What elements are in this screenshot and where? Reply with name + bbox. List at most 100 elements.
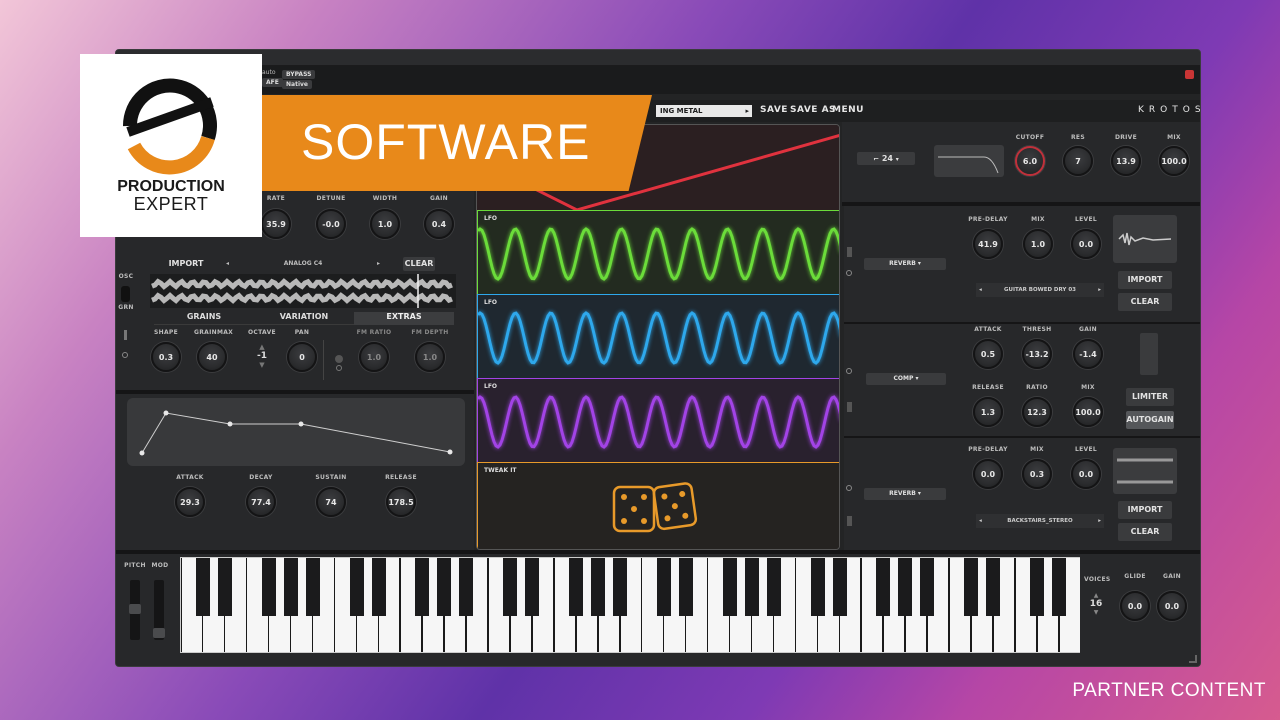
black-key[interactable]	[1030, 558, 1045, 616]
voices-down-icon[interactable]: ▼	[1088, 609, 1104, 616]
fx2-power-icon[interactable]	[846, 368, 852, 374]
rv2-prev-icon[interactable]: ◂	[979, 514, 982, 528]
detune-knob[interactable]: -0.0	[316, 209, 346, 239]
rv1-predelay-knob[interactable]: 41.9	[973, 229, 1003, 259]
pitch-wheel[interactable]	[129, 580, 141, 640]
pan-knob[interactable]: 0	[287, 342, 317, 372]
env-attack-knob[interactable]: 29.3	[175, 487, 205, 517]
mod-wheel-handle[interactable]	[153, 628, 165, 638]
black-key[interactable]	[744, 558, 759, 616]
black-key[interactable]	[766, 558, 781, 616]
black-key[interactable]	[371, 558, 386, 616]
rv1-prev-icon[interactable]: ◂	[979, 283, 982, 297]
comp-thresh-knob[interactable]: -13.2	[1022, 339, 1052, 369]
rv1-import-button[interactable]: IMPORT	[1118, 271, 1172, 289]
rv2-clear-button[interactable]: CLEAR	[1118, 523, 1172, 541]
black-key[interactable]	[459, 558, 474, 616]
black-key[interactable]	[305, 558, 320, 616]
comp-ratio-knob[interactable]: 12.3	[1022, 397, 1052, 427]
black-key[interactable]	[920, 558, 935, 616]
glide-knob[interactable]: 0.0	[1120, 591, 1150, 621]
bypass-button[interactable]: BYPASS	[282, 70, 316, 79]
fx2-drag-icon[interactable]	[847, 402, 852, 412]
env-point-sustain[interactable]	[298, 421, 304, 427]
voices-stepper[interactable]: ▲ 16 ▼	[1088, 592, 1104, 624]
envelope-graph[interactable]	[127, 398, 465, 466]
native-button[interactable]: Native	[282, 80, 312, 89]
black-key[interactable]	[898, 558, 913, 616]
dice-icon[interactable]	[608, 477, 708, 541]
black-key[interactable]	[722, 558, 737, 616]
comp-release-knob[interactable]: 1.3	[973, 397, 1003, 427]
black-key[interactable]	[876, 558, 891, 616]
lfo-purple[interactable]: LFO	[477, 378, 839, 463]
black-key[interactable]	[810, 558, 825, 616]
preset-selector[interactable]: ING METAL ▸	[656, 105, 752, 117]
rv1-ir-selector[interactable]: ◂ GUITAR BOWED DRY 03 ▸	[976, 283, 1104, 297]
tweak-it-panel[interactable]: TWEAK IT	[477, 462, 839, 549]
fx3-power-icon[interactable]	[846, 485, 852, 491]
rv2-mix-knob[interactable]: 0.3	[1022, 459, 1052, 489]
tab-variation[interactable]: VARIATION	[254, 312, 354, 325]
fx3-drag-icon[interactable]	[847, 516, 852, 526]
host-close-icon[interactable]	[1185, 70, 1194, 79]
rv1-next-icon[interactable]: ▸	[1098, 283, 1101, 297]
black-key[interactable]	[261, 558, 276, 616]
env-decay-knob[interactable]: 77.4	[246, 487, 276, 517]
env-sustain-knob[interactable]: 74	[316, 487, 346, 517]
piano-keyboard[interactable]	[180, 557, 1080, 653]
octave-down-icon[interactable]: ▼	[254, 361, 270, 369]
black-key[interactable]	[986, 558, 1001, 616]
tab-grains[interactable]: GRAINS	[154, 312, 254, 325]
env-point-decay[interactable]	[227, 421, 233, 427]
black-key[interactable]	[503, 558, 518, 616]
autogain-button[interactable]: AUTOGAIN	[1126, 411, 1174, 429]
env-point-start[interactable]	[139, 450, 145, 456]
rv2-predelay-knob[interactable]: 0.0	[973, 459, 1003, 489]
fx1-type-dropdown[interactable]: REVERB ▾	[864, 258, 946, 270]
black-key[interactable]	[437, 558, 452, 616]
filter-response-graph[interactable]	[934, 145, 1004, 177]
rv1-mix-knob[interactable]: 1.0	[1023, 229, 1053, 259]
width-knob[interactable]: 1.0	[370, 209, 400, 239]
black-key[interactable]	[569, 558, 584, 616]
res-knob[interactable]: 7	[1063, 146, 1093, 176]
lfo-blue[interactable]: LFO	[477, 294, 839, 379]
rate-knob[interactable]: 35.9	[261, 209, 291, 239]
granular-gain-knob[interactable]: 0.4	[424, 209, 454, 239]
fm-toggle-icon[interactable]	[335, 355, 343, 363]
tab-extras[interactable]: EXTRAS	[354, 312, 454, 325]
black-key[interactable]	[525, 558, 540, 616]
rv1-clear-button[interactable]: CLEAR	[1118, 293, 1172, 311]
cutoff-knob[interactable]: 6.0	[1015, 146, 1045, 176]
sample-next-icon[interactable]: ▸	[377, 258, 380, 270]
granular-import-button[interactable]: IMPORT	[156, 257, 216, 271]
comp-mix-knob[interactable]: 100.0	[1073, 397, 1103, 427]
rv2-ir-selector[interactable]: ◂ BACKSTAIRS_STEREO ▸	[976, 514, 1104, 528]
fx3-type-dropdown[interactable]: REVERB ▾	[864, 488, 946, 500]
sample-prev-icon[interactable]: ◂	[226, 258, 229, 270]
octave-up-icon[interactable]: ▲	[254, 343, 270, 351]
black-key[interactable]	[415, 558, 430, 616]
save-button[interactable]: SAVE	[760, 105, 788, 115]
rv2-import-button[interactable]: IMPORT	[1118, 501, 1172, 519]
black-key[interactable]	[349, 558, 364, 616]
fm-radio-icon[interactable]	[336, 365, 342, 371]
fm-ratio-knob[interactable]: 1.0	[359, 342, 389, 372]
env-point-attack[interactable]	[163, 410, 169, 416]
black-key[interactable]	[656, 558, 671, 616]
limiter-button[interactable]: LIMITER	[1126, 388, 1174, 406]
black-key[interactable]	[832, 558, 847, 616]
pitch-wheel-handle[interactable]	[129, 604, 141, 614]
filter-mix-knob[interactable]: 100.0	[1159, 146, 1189, 176]
sample-selector[interactable]: ◂ ANALOG C4 ▸	[224, 258, 382, 270]
black-key[interactable]	[964, 558, 979, 616]
black-key[interactable]	[1052, 558, 1067, 616]
black-key[interactable]	[283, 558, 298, 616]
black-key[interactable]	[678, 558, 693, 616]
fx1-power-icon[interactable]	[846, 270, 852, 276]
filter-slope-dropdown[interactable]: ⌐ 24 ▾	[857, 152, 915, 165]
left-slider-icon[interactable]	[124, 330, 127, 340]
voices-up-icon[interactable]: ▲	[1088, 592, 1104, 599]
env-point-release[interactable]	[447, 449, 453, 455]
